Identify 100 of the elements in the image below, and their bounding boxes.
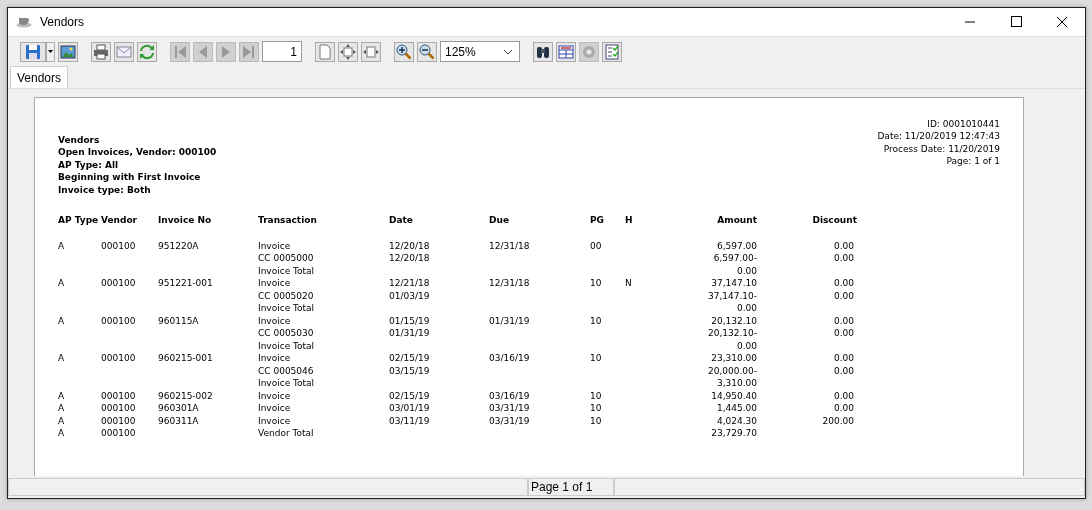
caret-icon xyxy=(48,50,53,53)
due-date-cell-text: 03/16/19 xyxy=(489,389,531,403)
invoice-number-cell-text: 960311A xyxy=(158,414,200,428)
checklist-button[interactable] xyxy=(602,41,622,62)
due-date-cell-text: 03/16/19 xyxy=(489,352,531,365)
dropdown-button[interactable] xyxy=(46,41,55,62)
page-number-field[interactable]: 1 xyxy=(262,41,302,62)
date-cell-text: 12/21/18 xyxy=(389,277,431,290)
table-button[interactable] xyxy=(556,41,576,62)
pg-cell-text: 00 xyxy=(590,239,603,253)
column-header: PG xyxy=(590,214,605,227)
transaction-cell-text: Invoice Total xyxy=(258,339,316,353)
amount-cell-text: 37,147.10 xyxy=(710,277,757,290)
ap-type-cell-text: A xyxy=(58,277,66,290)
ap-type-cell-text: A xyxy=(58,314,66,328)
pg-cell-text: 10 xyxy=(590,277,603,290)
date-cell-text: 02/15/19 xyxy=(389,352,431,365)
transaction-cell-text: Invoice xyxy=(258,277,292,290)
transaction-cell-text: CC 0005030 xyxy=(258,327,315,340)
column-header: Vendor xyxy=(101,214,139,227)
fit-width-icon xyxy=(363,43,379,60)
date-cell-text: 03/11/19 xyxy=(389,414,431,428)
ap-type-cell-text: A xyxy=(58,352,66,365)
fit-page-button[interactable] xyxy=(338,41,358,62)
picture-button[interactable] xyxy=(58,41,78,62)
vendor-cell-text: 000100 xyxy=(101,314,137,328)
date-cell-text: 01/15/19 xyxy=(389,314,431,328)
date-cell-text: 12/20/18 xyxy=(389,239,431,253)
transaction-cell-text: Invoice Total xyxy=(258,264,316,278)
floppy-disk-button[interactable] xyxy=(20,41,46,62)
column-header: H xyxy=(625,214,634,227)
discount-cell-text: 0.00 xyxy=(832,327,854,340)
status-text: Page 1 of 1 xyxy=(528,478,614,496)
due-date-cell-text: 12/31/18 xyxy=(489,277,531,290)
ap-type-cell-text: A xyxy=(58,402,66,415)
invoice-number-cell-text: 960301A xyxy=(158,402,200,415)
due-date-cell-text: 12/31/18 xyxy=(489,239,531,253)
first-page-icon xyxy=(172,43,188,60)
column-header: Invoice No xyxy=(158,214,213,227)
report-info-line: Date: 11/20/2019 12:47:43 xyxy=(877,130,1000,143)
ap-type-cell-text: A xyxy=(58,239,66,253)
discount-cell-text: 0.00 xyxy=(832,289,854,303)
picture-icon xyxy=(60,43,76,60)
gear-icon xyxy=(581,43,597,60)
invoice-number-cell-text: 960115A xyxy=(158,314,200,328)
due-date-cell-text: 03/31/19 xyxy=(489,402,531,415)
zoom-in-button[interactable] xyxy=(394,41,414,62)
report-heading-line: AP Type: All xyxy=(58,158,120,172)
page-icon xyxy=(317,43,333,60)
zoom-dropdown[interactable]: 125% xyxy=(440,41,520,62)
zoom-out-button[interactable] xyxy=(417,41,437,62)
transaction-cell-text: Invoice xyxy=(258,414,292,428)
pg-cell-text: 10 xyxy=(590,314,603,328)
discount-cell-text: 0.00 xyxy=(832,389,854,403)
fit-page-icon xyxy=(340,43,356,60)
transaction-cell-text: CC 0005000 xyxy=(258,252,315,265)
report-heading-line: Invoice type: Both xyxy=(58,183,152,197)
amount-cell-text: 20,132.10- xyxy=(706,327,757,340)
column-header: Amount xyxy=(716,214,757,227)
amount-cell-text: 3,310.00 xyxy=(715,377,757,390)
vendor-cell-text: 000100 xyxy=(101,402,137,415)
amount-cell-text: 0.00 xyxy=(735,264,757,278)
vendor-cell-text: 000100 xyxy=(101,414,137,428)
envelope-icon xyxy=(116,43,132,60)
pg-cell-text: 10 xyxy=(590,352,603,365)
vendor-cell-text: 000100 xyxy=(101,239,137,253)
date-cell-text: 03/01/19 xyxy=(389,402,431,415)
printer-icon xyxy=(93,43,109,60)
ap-type-cell-text: A xyxy=(58,427,66,440)
report-heading-line: Vendors xyxy=(58,134,101,147)
pg-cell-text: 10 xyxy=(590,414,603,428)
printer-button[interactable] xyxy=(91,41,111,62)
fit-width-button[interactable] xyxy=(361,41,381,62)
date-cell-text: 01/31/19 xyxy=(389,327,431,340)
discount-cell-text: 0.00 xyxy=(832,239,854,253)
discount-cell-text: 200.00 xyxy=(821,414,854,428)
chevron-down-icon xyxy=(503,48,513,55)
checklist-icon xyxy=(604,43,620,60)
discount-cell-text: 0.00 xyxy=(832,352,854,365)
transaction-cell-text: Invoice xyxy=(258,402,292,415)
table-icon xyxy=(558,43,574,60)
refresh-button[interactable] xyxy=(137,41,157,62)
report-info-line: Process Date: 11/20/2019 xyxy=(883,142,1000,156)
amount-cell-text: 20,132.10 xyxy=(710,314,757,328)
ap-type-cell-text: A xyxy=(58,414,66,428)
h-cell-text: N xyxy=(625,277,633,290)
transaction-cell-text: CC 0005046 xyxy=(258,364,315,378)
date-cell-text: 12/20/18 xyxy=(389,252,431,265)
amount-cell-text: 1,445.00 xyxy=(715,402,757,415)
amount-cell-text: 0.00 xyxy=(735,339,757,353)
vendor-cell-text: 000100 xyxy=(101,427,137,440)
transaction-cell-text: CC 0005020 xyxy=(258,289,315,303)
amount-cell-text: 6,597.00- xyxy=(712,252,757,265)
zoom-out-icon xyxy=(419,43,435,60)
window-title: Vendors xyxy=(40,15,85,29)
report-tab[interactable]: Vendors xyxy=(10,66,69,88)
amount-cell-text: 4,024.30 xyxy=(715,414,757,428)
invoice-number-cell-text: 960215-001 xyxy=(158,352,214,365)
binoculars-button[interactable] xyxy=(533,41,553,62)
column-header: Date xyxy=(389,214,414,227)
